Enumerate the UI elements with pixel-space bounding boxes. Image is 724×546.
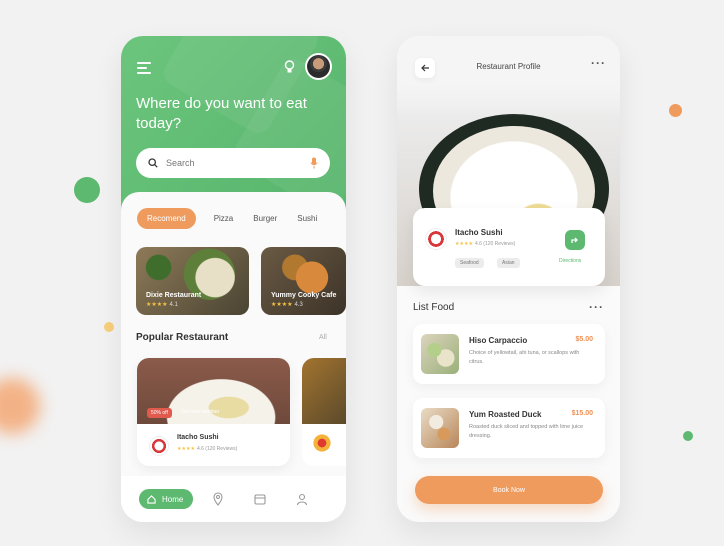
decor-dot-orange: [669, 104, 682, 117]
food-name: Yum Roasted Duck: [469, 410, 542, 419]
food-name: Hiso Carpaccio: [469, 336, 528, 345]
tab-burger[interactable]: Burger: [253, 214, 277, 223]
burger-logo: [312, 433, 332, 453]
menu-icon[interactable]: [137, 62, 151, 74]
directions-button[interactable]: [565, 230, 585, 250]
list-more-button[interactable]: ···: [589, 300, 604, 314]
food-item-roasted-duck[interactable]: Yum Roasted Duck $15.00 Roasted duck sli…: [413, 398, 605, 458]
home-body: Recomend Pizza Burger Sushi Dixie Restau…: [121, 192, 346, 522]
featured-card-yummy[interactable]: Yummy Cooky Cafe ★★★★ 4.3: [261, 247, 346, 315]
featured-card-dixie[interactable]: Dixie Restaurant ★★★★ 4.1: [136, 247, 249, 315]
list-food-title: List Food: [413, 302, 455, 313]
decor-dot-green: [74, 177, 100, 203]
decor-glow-orange: [0, 378, 40, 434]
restaurant-profile-screen: Restaurant Profile ··· Itacho Sushi ★★★★…: [397, 36, 620, 522]
tab-sushi[interactable]: Sushi: [297, 214, 317, 223]
featured-name: Dixie Restaurant: [146, 292, 202, 299]
food-price: $15.00: [571, 410, 593, 417]
food-item-hiso-carpaccio[interactable]: Hiso Carpaccio $5.00 Choice of yellowtai…: [413, 324, 605, 384]
food-description: Choice of yellowtail, ahi tuna, or scall…: [469, 350, 580, 365]
nav-home-label: Home: [162, 494, 184, 504]
book-now-button[interactable]: Book Now: [415, 476, 603, 504]
location-icon[interactable]: [211, 492, 225, 506]
restaurant-rating: ★★★★ 4.6 (120 Reviews): [455, 241, 516, 247]
itacho-logo: [149, 436, 169, 456]
tab-recomend[interactable]: Recomend: [137, 208, 196, 229]
tab-pizza[interactable]: Pizza: [214, 214, 234, 223]
search-placeholder: Search: [166, 158, 195, 168]
home-icon: [147, 494, 156, 504]
directions-label: Directions: [559, 258, 582, 264]
featured-rating: ★★★★ 4.1: [146, 302, 178, 308]
restaurant-info-card: Itacho Sushi ★★★★ 4.6 (120 Reviews) Seafo…: [413, 208, 605, 286]
restaurant-name: Itacho Sushi: [455, 228, 503, 237]
avatar[interactable]: [305, 53, 332, 80]
popular-title: Popular Restaurant: [136, 332, 229, 343]
food-description: Roasted duck sliced and topped with lime…: [469, 424, 584, 439]
home-screen: Where do you want to eat today? Search R…: [121, 36, 346, 522]
directions-icon: [571, 237, 578, 243]
bulb-icon[interactable]: [284, 60, 295, 74]
search-icon: [148, 158, 158, 168]
bottom-nav: Home: [121, 476, 346, 522]
nav-home-button[interactable]: Home: [139, 489, 194, 509]
profile-icon[interactable]: [295, 492, 309, 506]
tag-seafood: Seafood: [455, 258, 484, 268]
featured-rating: ★★★★ 4.3: [271, 302, 303, 308]
food-price: $5.00: [575, 336, 593, 343]
headline: Where do you want to eat today?: [136, 95, 307, 132]
decor-dot-yellow: [104, 322, 114, 332]
popular-card-burger[interactable]: [302, 358, 346, 466]
tag-asian: Asian: [497, 258, 520, 268]
category-tabs: Recomend Pizza Burger Sushi: [137, 208, 337, 229]
decor-dot-green-small: [683, 431, 693, 441]
food-image: [421, 334, 459, 374]
calendar-icon[interactable]: [253, 492, 267, 506]
restaurant-name: Itacho Sushi: [177, 434, 219, 441]
popular-card-itacho[interactable]: 50% off Get new member Itacho Sushi ★★★★…: [137, 358, 290, 466]
page-title: Restaurant Profile: [476, 62, 541, 71]
itacho-logo: [425, 228, 447, 250]
search-input[interactable]: Search: [136, 148, 330, 178]
promo-text: Get new member: [181, 409, 220, 415]
restaurant-rating: ★★★★ 4.6 (120 Reviews): [177, 446, 238, 452]
microphone-icon[interactable]: [310, 157, 318, 169]
discount-badge: 50% off: [147, 408, 172, 418]
popular-all-link[interactable]: All: [319, 334, 327, 341]
food-image: [421, 408, 459, 448]
featured-name: Yummy Cooky Cafe: [271, 292, 337, 299]
more-options-button[interactable]: ···: [591, 56, 606, 70]
